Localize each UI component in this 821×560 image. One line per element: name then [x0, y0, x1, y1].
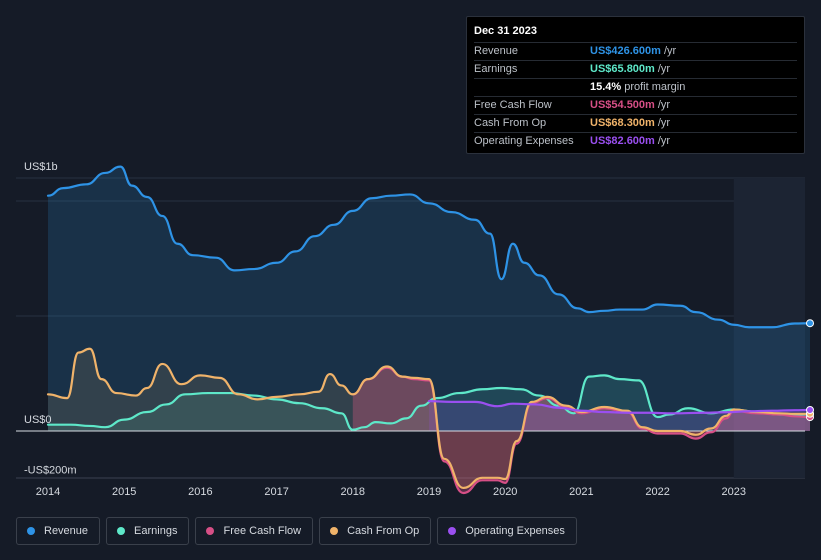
legend: Revenue Earnings Free Cash Flow Cash From O…	[16, 517, 577, 545]
tooltip-row-label: Revenue	[474, 45, 519, 57]
x-tick-label: 2014	[36, 486, 60, 498]
tooltip-row-unit: profit margin	[624, 81, 686, 93]
x-tick-label: 2015	[112, 486, 136, 498]
legend-label: Free Cash Flow	[223, 525, 302, 537]
legend-item-revenue[interactable]: Revenue	[16, 517, 101, 545]
y-tick-label: US$0	[24, 414, 52, 426]
legend-dot-icon	[27, 527, 35, 535]
tooltip-row-value: US$426.600m	[590, 45, 661, 57]
x-tick-label: 2021	[569, 486, 593, 498]
x-tick-label: 2020	[493, 486, 517, 498]
tooltip-row-value: US$65.800m	[590, 63, 655, 75]
tooltip-row: Revenue US$426.600m/yr	[474, 42, 797, 60]
tooltip-row: Operating Expenses US$82.600m/yr	[474, 132, 797, 150]
legend-label: Operating Expenses	[465, 525, 565, 537]
x-tick-label: 2022	[645, 486, 669, 498]
tooltip-row-value: US$68.300m	[590, 117, 655, 129]
tooltip-row-label: Operating Expenses	[474, 135, 574, 147]
data-tooltip: Dec 31 2023 Revenue US$426.600m/yr Earning…	[466, 16, 805, 154]
legend-dot-icon	[206, 527, 215, 535]
legend-item-earnings[interactable]: Earnings	[106, 517, 190, 545]
tooltip-row-value: US$54.500m	[590, 99, 655, 111]
x-tick-label: 2023	[722, 486, 746, 498]
legend-dot-icon	[330, 527, 339, 535]
legend-dot-icon	[448, 527, 457, 535]
operating-expenses-end-marker	[806, 406, 814, 415]
tooltip-row: Free Cash Flow US$54.500m/yr	[474, 96, 797, 114]
tooltip-row-unit: /yr	[657, 135, 671, 147]
legend-label: Cash From Op	[347, 525, 420, 537]
tooltip-row-label: Free Cash Flow	[474, 99, 552, 111]
legend-item-operating-expenses[interactable]: Operating Expenses	[437, 517, 577, 545]
tooltip-row-value: 15.4%	[590, 81, 622, 93]
x-tick-label: 2018	[341, 486, 365, 498]
tooltip-row: Cash From Op US$68.300m/yr	[474, 114, 797, 132]
tooltip-row: Earnings US$65.800m/yr	[474, 60, 797, 78]
tooltip-row-unit: /yr	[657, 63, 671, 75]
legend-dot-icon	[117, 527, 126, 535]
legend-label: Revenue	[44, 525, 89, 537]
x-axis: 2014 2015 2016 2017 2018 2019 2020 2021 2022 2023	[36, 486, 746, 498]
legend-label: Earnings	[134, 525, 178, 537]
tooltip-row-label: Earnings	[474, 63, 518, 75]
x-tick-label: 2019	[417, 486, 441, 498]
y-tick-label: US$1b	[24, 161, 58, 173]
tooltip-row-unit: /yr	[657, 99, 671, 111]
tooltip-date: Dec 31 2023	[474, 25, 537, 37]
x-tick-label: 2016	[188, 486, 212, 498]
legend-item-cash-from-op[interactable]: Cash From Op	[319, 517, 432, 545]
tooltip-row-value: US$82.600m	[590, 135, 655, 147]
revenue-end-marker	[806, 319, 814, 328]
tooltip-row-label	[474, 79, 590, 96]
legend-item-free-cash-flow[interactable]: Free Cash Flow	[195, 517, 314, 545]
tooltip-row-unit: /yr	[663, 45, 677, 57]
y-tick-label: -US$200m	[24, 465, 77, 477]
tooltip-row-label: Cash From Op	[474, 117, 547, 129]
tooltip-row-unit: /yr	[657, 117, 671, 129]
x-tick-label: 2017	[264, 486, 288, 498]
tooltip-row: 15.4% profit margin	[474, 78, 797, 96]
